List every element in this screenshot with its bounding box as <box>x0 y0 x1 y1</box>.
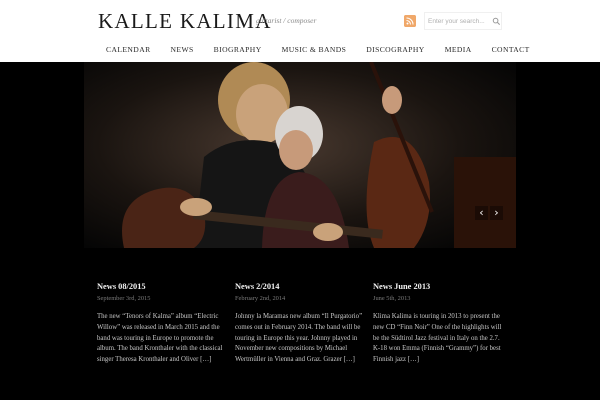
site-header: KALLE KALIMA guitarist / composer CALEND… <box>0 0 600 62</box>
news-date: February 2nd, 2014 <box>235 295 286 302</box>
nav-item-discography[interactable]: DISCOGRAPHY <box>356 41 434 61</box>
rss-icon[interactable] <box>404 15 416 27</box>
site-tagline: guitarist / composer <box>256 16 317 25</box>
news-title[interactable]: News June 2013 <box>373 282 505 291</box>
news-section: News 08/2015 September 3rd, 2015 The new… <box>0 248 600 400</box>
news-date: September 3rd, 2015 <box>97 295 151 302</box>
slider-next-button[interactable]: › <box>490 206 503 220</box>
search-input[interactable] <box>428 15 490 27</box>
site-title[interactable]: KALLE KALIMA <box>98 9 272 34</box>
news-date: June 5th, 2013 <box>373 295 411 302</box>
news-item: News 2/2014 February 2nd, 2014 Johnny la… <box>235 282 367 366</box>
news-item: News 08/2015 September 3rd, 2015 The new… <box>97 282 229 366</box>
nav-item-media[interactable]: MEDIA <box>435 41 482 61</box>
news-excerpt: Johnny la Maramas new album “Il Purgator… <box>235 313 363 364</box>
news-excerpt: Klima Kalima is touring in 2013 to prese… <box>373 313 502 364</box>
nav-item-news[interactable]: NEWS <box>161 41 204 61</box>
slide-photo <box>84 62 516 248</box>
nav-item-biography[interactable]: BIOGRAPHY <box>204 41 272 61</box>
news-title[interactable]: News 08/2015 <box>97 282 229 291</box>
nav-item-calendar[interactable]: CALENDAR <box>96 41 161 61</box>
search-icon[interactable] <box>492 17 501 26</box>
image-slider: ‹ › <box>0 62 600 248</box>
slider-prev-button[interactable]: ‹ <box>475 206 488 220</box>
main-nav: CALENDAR NEWS BIOGRAPHY MUSIC & BANDS DI… <box>96 41 540 61</box>
nav-item-music-bands[interactable]: MUSIC & BANDS <box>272 41 357 61</box>
news-title[interactable]: News 2/2014 <box>235 282 367 291</box>
news-excerpt: The new “Tenors of Kalma” album “Electri… <box>97 313 223 364</box>
slider-arrows: ‹ › <box>475 206 503 220</box>
nav-item-contact[interactable]: CONTACT <box>482 41 540 61</box>
search-box <box>424 12 502 30</box>
news-item: News June 2013 June 5th, 2013 Klima Kali… <box>373 282 505 366</box>
